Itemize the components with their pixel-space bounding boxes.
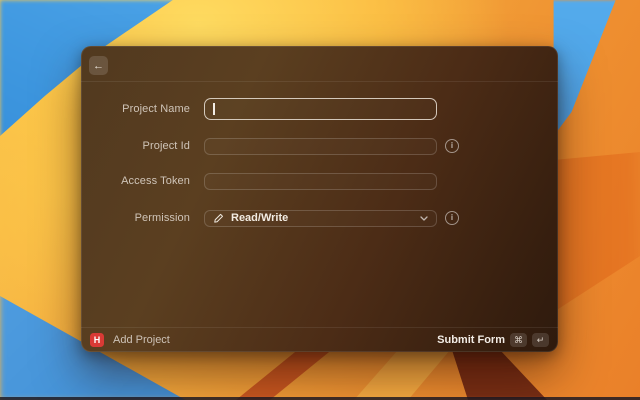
permission-dropdown[interactable]: Read/Write xyxy=(204,209,437,227)
project-name-label: Project Name xyxy=(122,103,190,115)
access-token-field-wrap xyxy=(204,172,437,190)
return-key-icon: ↵ xyxy=(532,333,549,347)
project-id-input[interactable] xyxy=(204,137,437,155)
project-name-input[interactable] xyxy=(204,98,437,120)
submit-form-button[interactable]: Submit Form ⌘ ↵ xyxy=(437,333,549,347)
chevron-down-icon xyxy=(420,215,428,221)
command-key-icon: ⌘ xyxy=(510,333,527,347)
command-title: Add Project xyxy=(113,334,170,346)
project-name-field-wrap xyxy=(204,98,437,120)
text-caret xyxy=(213,103,215,115)
access-token-input[interactable] xyxy=(204,172,437,190)
form-row-project-name: Project Name xyxy=(81,97,558,121)
project-id-field-wrap xyxy=(204,137,437,155)
back-arrow-icon: ← xyxy=(93,59,104,72)
access-token-label: Access Token xyxy=(121,175,190,187)
extension-icon: H xyxy=(90,333,104,347)
project-id-label: Project Id xyxy=(142,140,190,152)
window-header: ← xyxy=(81,46,558,82)
permission-info-icon[interactable]: i xyxy=(445,211,459,225)
permission-value: Read/Write xyxy=(231,212,289,224)
project-id-info-icon[interactable]: i xyxy=(445,139,459,153)
form-row-project-id: Project Id i xyxy=(81,134,558,158)
submit-form-label: Submit Form xyxy=(437,334,505,346)
permission-field-wrap: Read/Write xyxy=(204,209,437,227)
desktop: ← Project Name Project Id i Access Token xyxy=(0,0,640,400)
form-row-access-token: Access Token xyxy=(81,169,558,193)
form-row-permission: Permission Read/Write i xyxy=(81,206,558,230)
back-button[interactable]: ← xyxy=(89,56,108,75)
action-bar: H Add Project Submit Form ⌘ ↵ xyxy=(81,327,558,352)
permission-label: Permission xyxy=(134,212,190,224)
raycast-window: ← Project Name Project Id i Access Token xyxy=(81,46,558,352)
pencil-icon xyxy=(213,213,224,224)
